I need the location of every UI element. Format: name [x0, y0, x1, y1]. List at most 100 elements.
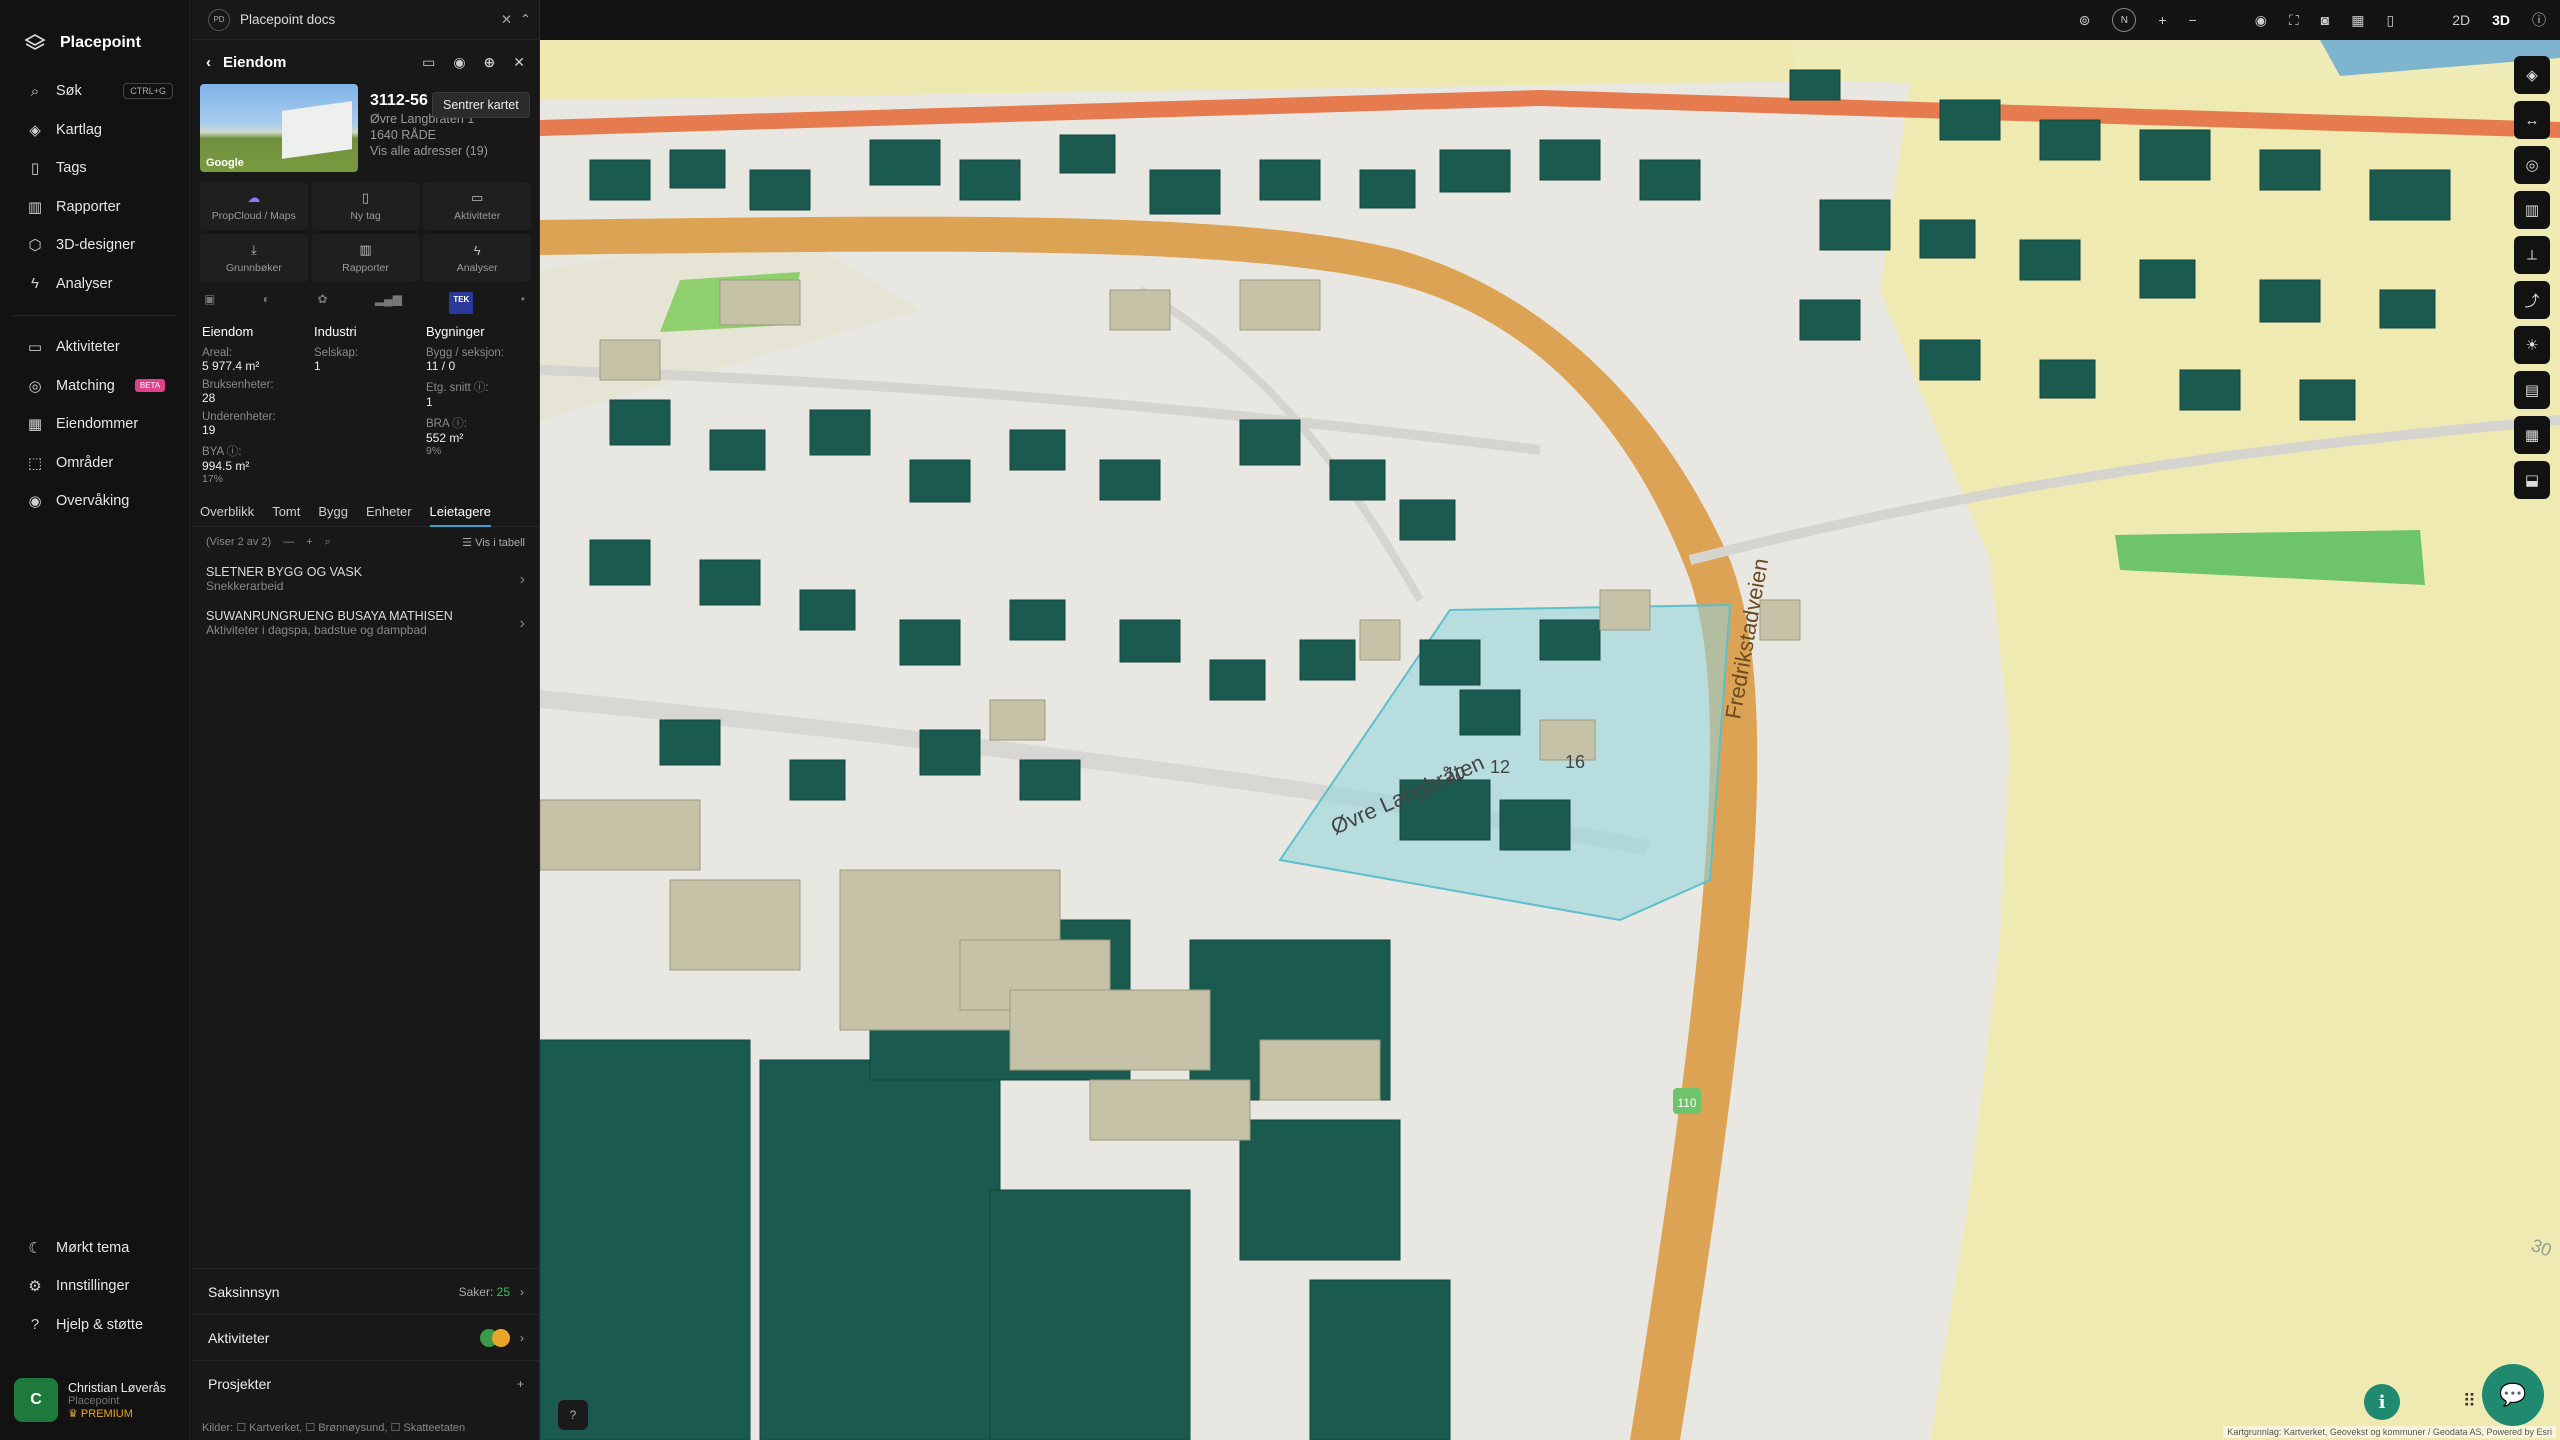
tab-leietagere[interactable]: Leietagere	[429, 504, 491, 527]
info-icon[interactable]: i	[2364, 1384, 2400, 1420]
property-photo[interactable]: Google	[200, 84, 358, 172]
sun-icon[interactable]: ☀	[2514, 326, 2550, 364]
plant-icon[interactable]: ✿	[317, 292, 327, 314]
nav-item-3d-designer[interactable]: ⬡ 3D-designer	[0, 226, 189, 265]
source-icons-row: ▣ ◐ ✿ ▂▄▆ TEK •	[192, 282, 539, 314]
all-addresses-link[interactable]: Vis alle adresser (19)	[370, 144, 488, 158]
nav-item-eiendommer[interactable]: ▦ Eiendommer	[0, 405, 189, 444]
nav-item-analyser[interactable]: ϟ Analyser	[0, 265, 189, 304]
new-tag-button[interactable]: ▯ Ny tag	[311, 182, 420, 230]
help-icon[interactable]: ?	[558, 1400, 588, 1430]
fact-key: Underenheter:	[202, 411, 276, 423]
crown-icon: ♛	[68, 1407, 81, 1420]
nav-item-settings[interactable]: ⚙ Innstillinger	[0, 1267, 189, 1306]
chat-icon[interactable]: 💬	[2482, 1364, 2544, 1426]
map-canvas[interactable]: Fredrikstadveien Øvre Langbråten 10 12 1…	[540, 40, 2560, 1440]
list-icon: ☰	[462, 536, 476, 549]
card-view-icon[interactable]: ▭	[422, 54, 435, 71]
action-label: Aktiviteter	[454, 210, 501, 222]
table-view-link[interactable]: ☰ Vis i tabell	[462, 536, 525, 549]
export-icon[interactable]: ⬓	[2514, 461, 2550, 499]
drag-handle-icon[interactable]: ⠿	[2463, 1391, 2476, 1412]
minus-icon[interactable]: —	[283, 536, 294, 548]
map-3d-view[interactable]: Fredrikstadveien Øvre Langbråten 10 12 1…	[540, 40, 2560, 1440]
grid-icon[interactable]: ▦	[2351, 12, 2364, 29]
nav-item-label: Hjelp & støtte	[56, 1316, 144, 1333]
action-label: PropCloud / Maps	[211, 210, 296, 222]
bookmark-icon[interactable]: ▯	[2386, 12, 2394, 29]
fullscreen-icon[interactable]: ⛶	[2289, 12, 2299, 29]
nav-item-label: Aktiviteter	[56, 339, 120, 356]
back-icon[interactable]: ‹	[206, 54, 211, 71]
layers-icon: ◈	[29, 121, 41, 139]
tab-enheter[interactable]: Enheter	[366, 504, 412, 519]
registry-icon[interactable]: ▣	[204, 292, 215, 314]
stats-icon[interactable]: ▤	[2514, 371, 2550, 409]
analyses-button[interactable]: ϟ Analyser	[423, 234, 531, 282]
user-profile[interactable]: C Christian Løverås Placepoint ♛ PREMIUM	[14, 1372, 184, 1428]
map-side-tools: ◈ ↔ ◎ ▥ ⟂ ⤴ ☀ ▤ ▦ ⬓	[2514, 56, 2550, 499]
more-icon[interactable]: •	[521, 292, 525, 314]
nav-item-overvaking[interactable]: ◉ Overvåking	[0, 482, 189, 521]
mode-2d-button[interactable]: 2D	[2452, 12, 2470, 28]
nav-item-kartlag[interactable]: ◈ Kartlag	[0, 111, 189, 150]
zoom-in-icon[interactable]: +	[2158, 12, 2166, 28]
divider	[12, 315, 177, 316]
list-item[interactable]: SLETNER BYGG OG VASK Snekkerarbeid ›	[192, 557, 539, 601]
zoom-out-icon[interactable]: −	[2189, 12, 2197, 28]
tab-overblikk[interactable]: Overblikk	[200, 504, 254, 519]
section-saksinnsyn[interactable]: Saksinnsyn Saker: 25 ›	[192, 1268, 540, 1314]
fact-value: 5 977.4 m²	[202, 359, 260, 373]
nav-item-label: Innstillinger	[56, 1278, 130, 1295]
house-number-label: 12	[1490, 757, 1510, 777]
facts-industri: Industri Selskap: 1	[314, 324, 426, 491]
reports-button[interactable]: ▥ Rapporter	[311, 234, 420, 282]
placepoint-logo-icon	[24, 32, 46, 54]
profile-icon[interactable]: ⤴	[2514, 281, 2550, 319]
close-icon[interactable]: ✕ ⌃	[501, 12, 531, 28]
search-icon[interactable]: ⌕	[325, 536, 331, 549]
eye-icon[interactable]: ◉	[453, 54, 465, 71]
nav-item-rapporter[interactable]: ▥ Rapporter	[0, 188, 189, 227]
tab-tomt[interactable]: Tomt	[272, 504, 300, 519]
globe-icon[interactable]: ◐	[263, 292, 270, 314]
fact-key: BYA ⓘ:	[202, 446, 242, 458]
chat-icon: ▭	[471, 190, 484, 205]
elevation-icon[interactable]: ⟂	[2514, 236, 2550, 274]
propcloud-button[interactable]: ☁ PropCloud / Maps	[200, 182, 308, 230]
nav-item-help[interactable]: ? Hjelp & støtte	[0, 1306, 189, 1345]
camera-icon[interactable]: ◙	[2321, 12, 2329, 28]
info-icon[interactable]: ⓘ	[2532, 10, 2546, 30]
section-prosjekter[interactable]: Prosjekter +	[192, 1360, 540, 1406]
nav-item-dark-theme[interactable]: ☾ Mørkt tema	[0, 1229, 189, 1268]
bars-icon[interactable]: ▦	[2514, 416, 2550, 454]
brand[interactable]: Placepoint	[0, 0, 189, 64]
activities-button[interactable]: ▭ Aktiviteter	[423, 182, 531, 230]
measure-icon[interactable]: ↔	[2514, 101, 2550, 139]
house-number-label: 16	[1565, 752, 1585, 772]
nav-item-search[interactable]: ⌕ Søk CTRL+G	[0, 72, 189, 111]
tek-badge[interactable]: TEK	[449, 292, 474, 314]
mode-3d-button[interactable]: 3D	[2492, 12, 2510, 28]
center-map-icon[interactable]: ⊕	[484, 54, 496, 71]
section-aktiviteter[interactable]: Aktiviteter ›	[192, 1314, 540, 1360]
fact-percent: 17%	[202, 473, 224, 485]
signal-bars-icon[interactable]: ▂▄▆	[375, 292, 402, 314]
nav-item-matching[interactable]: ◎ Matching BETA	[0, 367, 189, 406]
scan-icon[interactable]: ◎	[2514, 146, 2550, 184]
compass-button[interactable]: N	[2112, 8, 2137, 32]
globe-icon[interactable]: ⊚	[2079, 12, 2091, 29]
tab-bygg[interactable]: Bygg	[318, 504, 348, 519]
nav-item-tags[interactable]: ▯ Tags	[0, 149, 189, 188]
eye-icon[interactable]: ◉	[2255, 12, 2267, 29]
plus-icon[interactable]: +	[306, 536, 312, 548]
close-icon[interactable]: ✕	[513, 54, 525, 71]
list-item[interactable]: SUWANRUNGRUENG BUSAYA MATHISEN Aktivitet…	[192, 601, 539, 645]
add-icon[interactable]: +	[517, 1377, 524, 1391]
chart-icon[interactable]: ▥	[2514, 191, 2550, 229]
nav-item-omrader[interactable]: ⬚ Områder	[0, 444, 189, 483]
grunnboker-button[interactable]: ⤓ Grunnbøker	[200, 234, 308, 282]
nav-item-aktiviteter[interactable]: ▭ Aktiviteter	[0, 328, 189, 367]
layers-icon[interactable]: ◈	[2514, 56, 2550, 94]
doc-title[interactable]: Placepoint docs	[240, 12, 335, 27]
